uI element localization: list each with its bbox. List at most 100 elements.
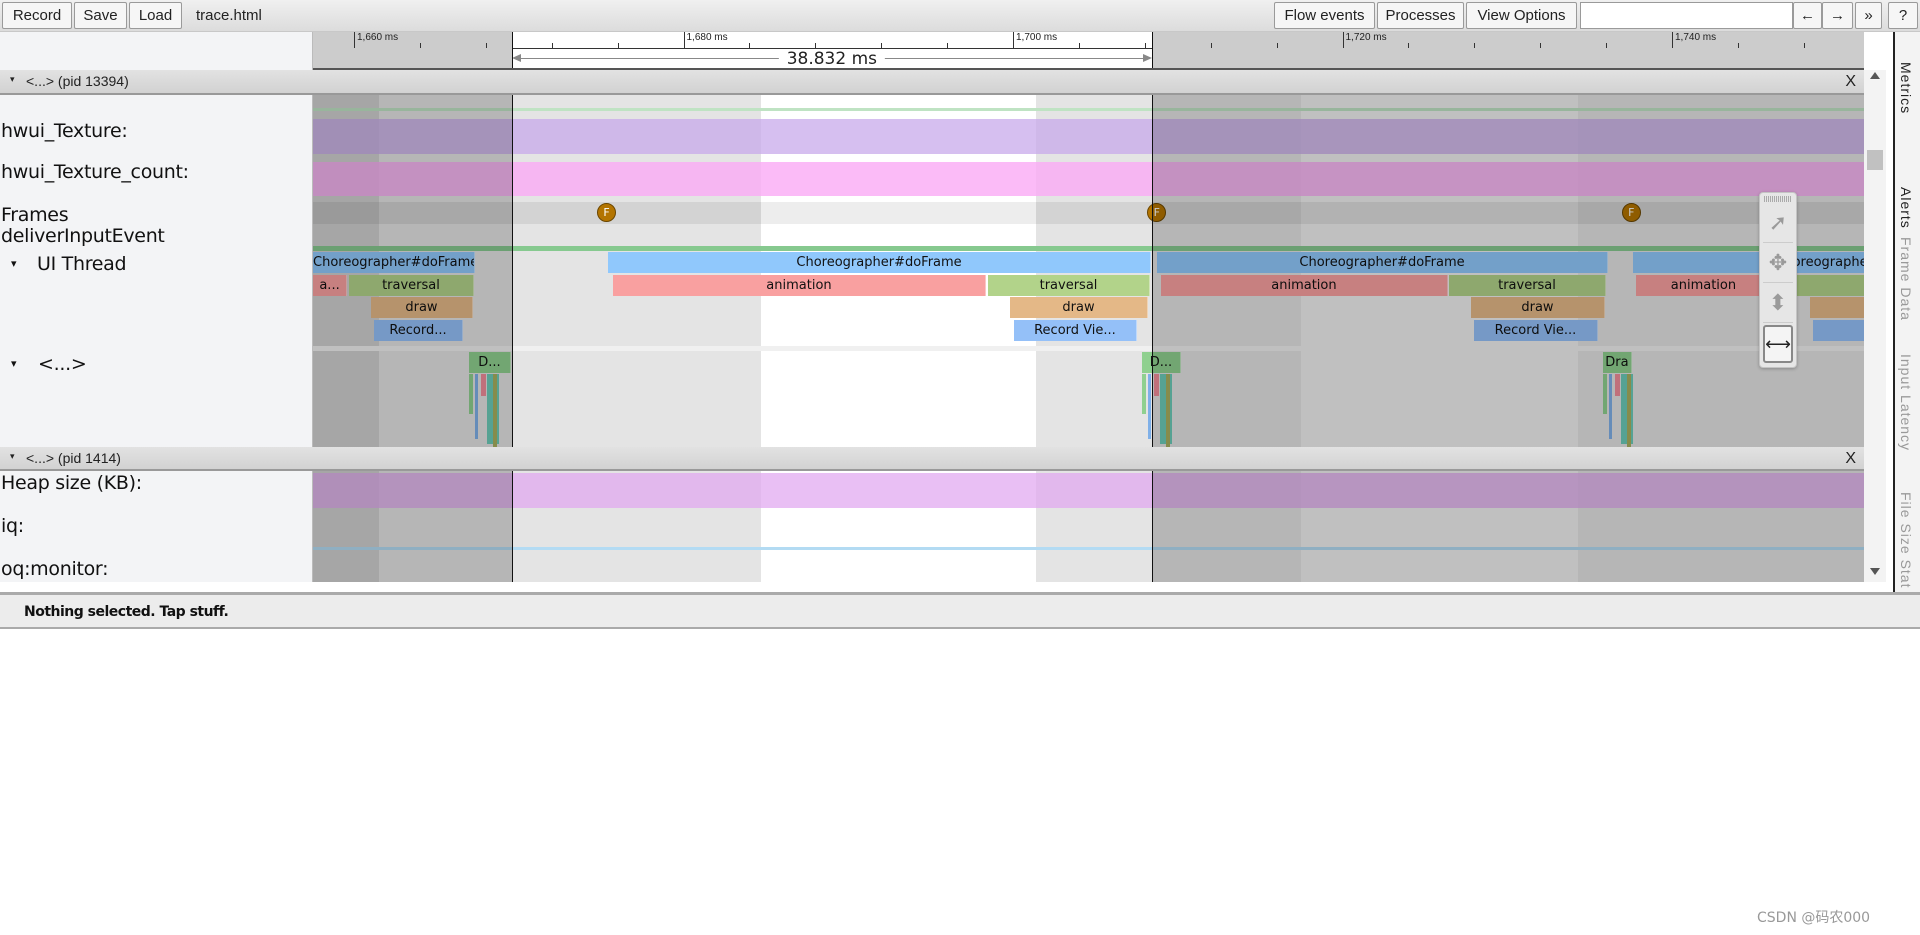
selection-duration: 38.832 ms bbox=[778, 49, 885, 68]
ruler-tick bbox=[683, 32, 685, 48]
help-button[interactable]: ? bbox=[1888, 2, 1918, 29]
scroll-down-icon[interactable] bbox=[1870, 568, 1880, 575]
time-ruler[interactable]: 38.832 ms 1,660 ms 1,680 ms 1,700 ms 1,720 … bbox=[313, 32, 1864, 70]
timing-icon[interactable]: ⟷ bbox=[1763, 325, 1793, 363]
select-icon[interactable]: ➚ bbox=[1763, 205, 1793, 243]
selection-line bbox=[1151, 32, 1153, 68]
record-button[interactable]: Record bbox=[2, 2, 72, 29]
drag-handle[interactable] bbox=[1764, 196, 1792, 202]
toolbar: Record Save Load trace.html Flow events … bbox=[0, 0, 1920, 32]
close-process-button[interactable]: X bbox=[1845, 73, 1856, 91]
ruler-tick bbox=[881, 43, 883, 48]
selection-line bbox=[511, 95, 513, 582]
nested-slice bbox=[1147, 374, 1151, 439]
side-tab-alerts[interactable]: Alerts bbox=[1898, 187, 1914, 229]
ruler-unselected-right bbox=[1151, 32, 1864, 68]
track-labels-panel bbox=[0, 32, 313, 582]
selection-line bbox=[511, 32, 513, 68]
scroll-up-icon[interactable] bbox=[1870, 72, 1880, 79]
expand-triangle-icon[interactable]: ▾ bbox=[11, 257, 17, 270]
process-name: <...> (pid 1414) bbox=[26, 450, 121, 466]
trace-slice[interactable]: Choreographer#doFrame bbox=[608, 252, 1152, 273]
mouse-mode-selector: ➚ ✥ ⬍ ⟷ bbox=[1759, 192, 1797, 368]
frames-label: Frames bbox=[1, 204, 69, 226]
side-tab-frame-data[interactable]: Frame Data bbox=[1898, 237, 1914, 321]
ruler-tick-label: 1,700 ms bbox=[1016, 32, 1058, 43]
collapse-triangle-icon[interactable]: ▾ bbox=[10, 74, 15, 85]
arrow-right-icon bbox=[1142, 54, 1152, 62]
expand-sidepanel-button[interactable]: » bbox=[1855, 2, 1882, 29]
ruler-tick bbox=[1144, 43, 1146, 48]
arrow-left-icon bbox=[511, 54, 521, 62]
counter-label-oq-monitor: oq:monitor: bbox=[1, 558, 109, 580]
collapse-triangle-icon[interactable]: ▾ bbox=[10, 451, 15, 462]
side-panel-tabs: Metrics Alerts Frame Data Input Latency … bbox=[1893, 32, 1920, 592]
selection-status: Nothing selected. Tap stuff. bbox=[24, 604, 229, 620]
side-tab-file-size-stats[interactable]: File Size Stat bbox=[1898, 492, 1914, 588]
frame-marker-icon: F bbox=[597, 203, 617, 222]
watermark: CSDN @码农000 bbox=[1757, 910, 1871, 926]
ruler-tick bbox=[617, 43, 619, 48]
process-name: <...> (pid 13394) bbox=[26, 73, 129, 89]
find-previous-button[interactable]: ← bbox=[1793, 2, 1822, 29]
expand-triangle-icon[interactable]: ▾ bbox=[11, 357, 17, 370]
counter-label-hwui-texture-count: hwui_Texture_count: bbox=[1, 161, 189, 183]
selection-line bbox=[1151, 95, 1153, 582]
ruler-tick bbox=[1672, 32, 1673, 48]
ruler-tick bbox=[1474, 43, 1476, 48]
zoom-icon[interactable]: ⬍ bbox=[1763, 285, 1793, 323]
ruler-tick bbox=[419, 43, 421, 48]
ruler-tick-label: 1,680 ms bbox=[686, 32, 728, 43]
search-input[interactable] bbox=[1580, 2, 1793, 29]
save-button[interactable]: Save bbox=[74, 2, 127, 29]
pan-icon[interactable]: ✥ bbox=[1763, 245, 1793, 283]
counter-label-heap-size: Heap size (KB): bbox=[1, 472, 142, 494]
process-header-13394[interactable]: ▾ <...> (pid 13394) X bbox=[0, 70, 1864, 95]
trace-slice[interactable]: animation bbox=[612, 274, 986, 296]
deliver-input-event-label: deliverInputEvent bbox=[1, 225, 165, 247]
unselected-overlay-right bbox=[1151, 95, 1864, 582]
counter-label-hwui-texture: hwui_Texture: bbox=[1, 120, 128, 142]
track-area[interactable]: F F F Choreographer#doFrame a... traversal dra… bbox=[313, 95, 1864, 582]
counter-label-iq: iq: bbox=[1, 515, 24, 537]
selection-measure: 38.832 ms bbox=[511, 49, 1152, 68]
ruler-tick bbox=[485, 43, 487, 48]
side-tab-metrics[interactable]: Metrics bbox=[1898, 62, 1914, 114]
render-thread-label: <...> bbox=[38, 353, 87, 375]
ruler-tick bbox=[815, 43, 817, 48]
details-panel: Nothing selected. Tap stuff. bbox=[0, 592, 1920, 629]
ruler-tick bbox=[947, 43, 949, 48]
ruler-unselected-left bbox=[313, 32, 512, 68]
view-options-button[interactable]: View Options bbox=[1466, 2, 1577, 29]
trace-slice[interactable]: Record Vie... bbox=[1013, 319, 1137, 341]
ruler-tick bbox=[354, 32, 355, 48]
ruler-tick bbox=[749, 43, 751, 48]
process-header-1414[interactable]: ▾ <...> (pid 1414) X bbox=[0, 447, 1864, 471]
side-tab-input-latency[interactable]: Input Latency bbox=[1898, 354, 1914, 451]
ui-thread-label: UI Thread bbox=[37, 253, 127, 275]
trace-slice[interactable]: traversal bbox=[987, 274, 1151, 296]
unselected-overlay-left bbox=[313, 95, 512, 582]
ruler-tick bbox=[1210, 43, 1212, 48]
close-process-button[interactable]: X bbox=[1845, 450, 1856, 468]
trace-slice[interactable]: draw bbox=[1010, 297, 1148, 318]
ruler-tick-label: 1,720 ms bbox=[1345, 32, 1387, 43]
ruler-tick-label: 1,660 ms bbox=[357, 32, 399, 43]
ruler-tick bbox=[1606, 43, 1608, 48]
ruler-tick bbox=[1013, 32, 1014, 48]
ruler-tick bbox=[1078, 43, 1080, 48]
ruler-tick-label: 1,740 ms bbox=[1675, 32, 1717, 43]
vertical-scrollbar[interactable] bbox=[1864, 70, 1886, 582]
filename: trace.html bbox=[196, 7, 262, 24]
load-button[interactable]: Load bbox=[129, 2, 182, 29]
scrollbar-thumb[interactable] bbox=[1867, 150, 1883, 170]
flow-events-button[interactable]: Flow events bbox=[1274, 2, 1375, 29]
ruler-tick bbox=[1342, 32, 1344, 48]
ruler-tick bbox=[1276, 43, 1278, 48]
ruler-tick bbox=[1408, 43, 1410, 48]
processes-button[interactable]: Processes bbox=[1377, 2, 1464, 29]
ruler-tick bbox=[1737, 43, 1739, 48]
ruler-tick bbox=[1803, 43, 1805, 48]
nested-slice bbox=[1141, 374, 1146, 414]
find-next-button[interactable]: → bbox=[1822, 2, 1853, 29]
